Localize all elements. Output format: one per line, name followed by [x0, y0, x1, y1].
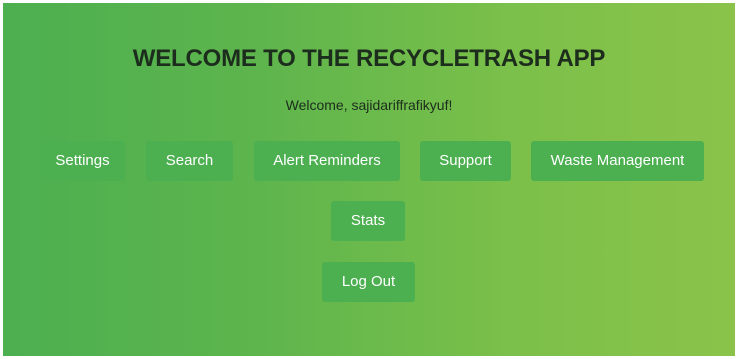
stats-button[interactable]: Stats: [331, 201, 405, 241]
support-button[interactable]: Support: [420, 141, 511, 181]
welcome-message: Welcome, sajidariffrafikyuf!: [285, 97, 453, 113]
page-title: WELCOME TO THE RECYCLETRASH APP: [132, 45, 606, 72]
settings-button[interactable]: Settings: [40, 141, 125, 181]
search-button[interactable]: Search: [146, 141, 233, 181]
logout-button[interactable]: Log Out: [322, 262, 415, 302]
app-panel: WELCOME TO THE RECYCLETRASH APP Welcome,…: [3, 3, 735, 356]
alert-reminders-button[interactable]: Alert Reminders: [254, 141, 400, 181]
waste-management-button[interactable]: Waste Management: [531, 141, 704, 181]
